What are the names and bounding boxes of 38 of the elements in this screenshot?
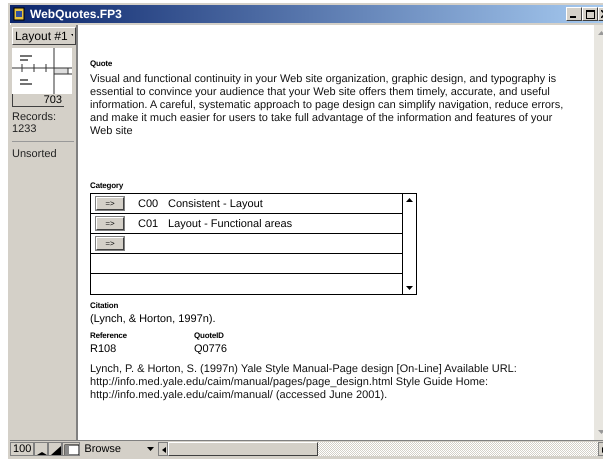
scrollbar[interactable]: [402, 194, 416, 294]
window-title: WebQuotes.FP3: [30, 7, 123, 21]
category-name: Layout - Functional areas: [168, 218, 292, 230]
quote-id-value: Q0776: [194, 343, 228, 355]
field-label: Category: [90, 181, 124, 190]
go-button[interactable]: =>: [96, 197, 124, 210]
record-number-field[interactable]: 703: [12, 94, 64, 107]
zoom-level[interactable]: 100: [10, 442, 34, 456]
category-code: C01: [138, 218, 160, 230]
reference-value: R108: [90, 343, 118, 355]
field-label: Citation: [90, 301, 118, 310]
source-text: Lynch, P. & Horton, S. (1997n) Yale Style Manual-Page design [On-Line] Available URL: http://info.med.yale.edu/caim/manual/pages/page_design.html Style Guide Home: http://info.med.yale.edu/caim/manual/ (accessed June 2001).: [90, 363, 518, 402]
maximize-button[interactable]: [582, 7, 598, 21]
caret-icon: [147, 447, 154, 451]
citation-value: (Lynch, & Horton, 1997n).: [90, 313, 216, 325]
scroll-thumb[interactable]: [168, 442, 318, 456]
field-label: Quote: [90, 59, 112, 68]
field-label: Reference: [90, 331, 128, 340]
records-label: Records:: [12, 111, 58, 123]
field-label: QuoteID: [194, 331, 225, 340]
zoom-in-icon[interactable]: [48, 442, 62, 456]
caret-icon: [70, 34, 73, 38]
app-icon: [12, 7, 26, 21]
status-area-icon[interactable]: [62, 442, 80, 456]
go-button[interactable]: =>: [96, 237, 124, 250]
minimize-button[interactable]: [566, 7, 582, 21]
maximize-icon: [586, 10, 594, 18]
quote-text: Visual and functional continuity in your Web site organization, graphic design, and typography is essential to convince your audience that your Web site offers them timely, accurate, and useful information. A careful, systematic approach to page design can simplify navigation, reduce errors, and make it much easier for users to take full advantage of the information and features of your Web site: [90, 73, 564, 138]
scroll-down-icon[interactable]: [406, 286, 413, 290]
zoom-out-icon[interactable]: [34, 442, 48, 456]
layout-dropdown[interactable]: Layout #1: [12, 27, 76, 45]
go-button[interactable]: =>: [96, 217, 124, 230]
sort-status: Unsorted: [12, 148, 58, 160]
category-code: C00: [138, 198, 160, 210]
category-name: Consistent - Layout: [168, 198, 263, 210]
scroll-left-icon[interactable]: [158, 442, 168, 456]
records-count: 1233: [12, 123, 38, 135]
scroll-up-icon[interactable]: [406, 198, 413, 202]
